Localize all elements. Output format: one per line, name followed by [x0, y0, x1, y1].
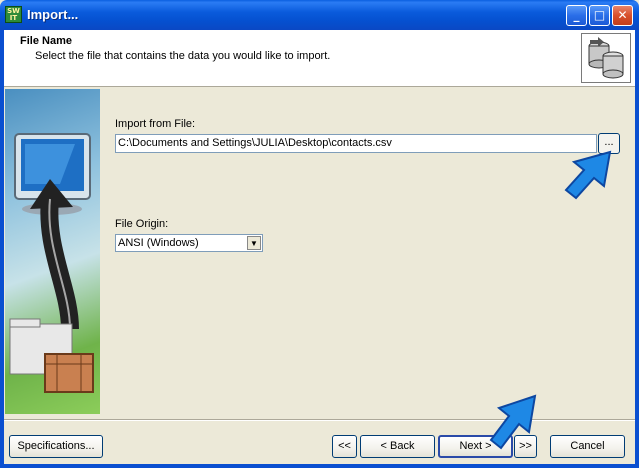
window-frame-left — [0, 30, 4, 468]
title-bar[interactable]: SW IT Import... _ □ ✕ — [0, 0, 639, 30]
chevron-down-icon[interactable]: ▼ — [247, 236, 261, 250]
page-subtitle: Select the file that contains the data y… — [35, 50, 331, 62]
pointer-arrow-icon — [489, 394, 537, 450]
window-frame-bottom — [0, 464, 639, 468]
back-button[interactable]: < Back — [360, 435, 435, 458]
wizard-header: File Name Select the file that contains … — [4, 30, 635, 87]
specifications-button[interactable]: Specifications... — [9, 435, 103, 458]
import-from-file-label: Import from File: — [115, 118, 196, 130]
database-import-icon — [581, 33, 631, 83]
window-frame-right — [635, 30, 639, 468]
wizard-side-illustration — [5, 89, 100, 414]
minimize-button[interactable]: _ — [566, 5, 587, 26]
cancel-button[interactable]: Cancel — [550, 435, 625, 458]
window-title: Import... — [27, 7, 79, 22]
file-origin-value: ANSI (Windows) — [118, 237, 199, 249]
pointer-arrow-icon — [564, 150, 612, 200]
maximize-button[interactable]: □ — [589, 5, 610, 26]
import-file-path-input[interactable]: C:\Documents and Settings\JULIA\Desktop\… — [115, 134, 597, 153]
app-icon[interactable]: SW IT — [5, 6, 22, 23]
first-page-button[interactable]: << — [332, 435, 357, 458]
page-title: File Name — [20, 35, 72, 47]
close-button[interactable]: ✕ — [612, 5, 633, 26]
file-origin-label: File Origin: — [115, 218, 169, 230]
file-origin-select[interactable]: ANSI (Windows) ▼ — [115, 234, 263, 252]
